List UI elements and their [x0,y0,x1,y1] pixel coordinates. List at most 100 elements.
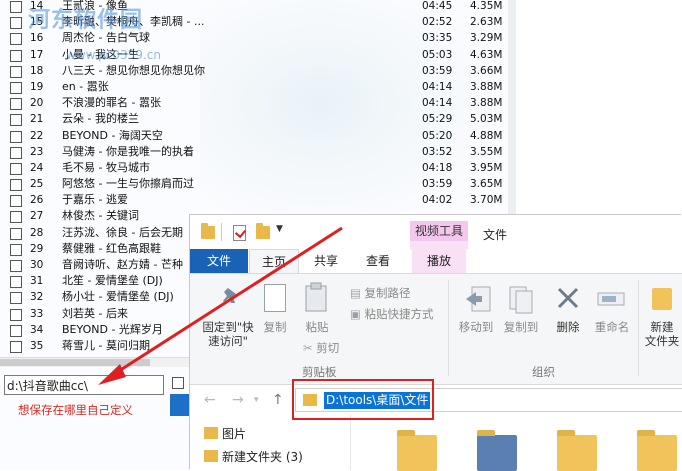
song-checkbox[interactable] [10,33,22,46]
song-size: 2.63M [470,16,503,29]
song-duration: 04:02 [422,194,453,207]
customize-toolbar-icon[interactable]: ▼ [276,224,283,234]
song-checkbox[interactable] [10,243,22,256]
song-checkbox[interactable] [10,179,22,192]
song-checkbox[interactable] [10,324,22,337]
song-size: 3.88M [470,80,503,93]
song-row[interactable]: 23 马健涛 - 你是我唯一的执着 03:52 3.55M [0,144,505,160]
song-checkbox[interactable] [10,114,22,127]
navigation-pane: 图片 新建文件夹 (3) [190,415,351,470]
copy-to-button[interactable]: 复制到 [496,320,546,334]
song-checkbox[interactable] [10,292,22,305]
horizontal-scrollbar[interactable] [0,357,190,367]
copy-button[interactable]: 复制 [256,320,294,334]
nav-item-new-folder[interactable]: 新建文件夹 (3) [222,448,303,465]
move-to-icon [466,286,491,312]
scrollbar-thumb[interactable] [0,359,150,366]
new-folder-button[interactable]: 新建 文件夹 [642,320,682,348]
group-separator [448,280,449,376]
paste-button[interactable]: 粘贴 [298,320,336,334]
copy-path-button[interactable]: ▤ 复制路径 [350,285,411,301]
nav-item-pictures[interactable]: 图片 [222,425,246,442]
song-checkbox[interactable] [10,81,22,94]
song-list-scrollbar[interactable] [508,0,516,215]
forward-icon[interactable]: → [232,392,244,408]
song-row[interactable]: 21 云朵 - 我的楼兰 05:29 5.03M [0,111,505,127]
tab-file[interactable]: 文件 [190,249,248,273]
song-title: 毛不易 - 牧马城市 [62,160,150,174]
recent-locations-icon[interactable]: ▾ [254,395,259,405]
song-checkbox[interactable] [10,260,22,272]
option-checkbox[interactable] [172,377,184,389]
move-to-button[interactable]: 移动到 [454,320,498,334]
song-title: 八三夭 - 想见你想见你想见你 [62,63,205,77]
song-checkbox[interactable] [10,146,22,159]
song-duration: 02:52 [422,16,453,29]
delete-button[interactable]: 删除 [550,320,586,334]
song-checkbox[interactable] [10,17,22,30]
cut-button[interactable]: ✂ 剪切 [303,340,339,356]
back-icon[interactable]: ← [204,392,216,408]
folder-icon[interactable] [557,430,597,471]
song-number: 27 [30,210,44,223]
tab-view[interactable]: 查看 [354,249,402,273]
song-size: 3.88M [470,97,503,110]
song-checkbox[interactable] [10,308,22,321]
song-size: 3.70M [470,194,503,207]
paste-shortcut-button[interactable]: ▣ 粘贴快捷方式 [350,306,434,322]
song-checkbox[interactable] [10,65,22,78]
song-size: 3.65M [470,178,503,191]
folder-icon[interactable] [201,223,215,239]
paste-shortcut-icon: ▣ [350,307,365,321]
song-checkbox[interactable] [10,162,22,175]
song-row[interactable]: 25 阿悠悠 - 一生与你擦肩而过 03:59 3.65M [0,176,505,192]
song-row[interactable]: 20 不浪漫的罪名 - 嚣张 04:14 3.88M [0,95,505,111]
tab-play[interactable]: 播放 [412,249,466,273]
rename-button[interactable]: 重命名 [590,320,634,334]
song-number: 26 [30,194,44,207]
song-row[interactable]: 22 BEYOND - 海阔天空 05:20 4.88M [0,128,505,144]
song-checkbox[interactable] [10,1,22,13]
song-row[interactable]: 19 en - 嚣张 04:14 3.88M [0,79,505,95]
save-path-input[interactable]: d:\抖音歌曲cc\ [4,375,164,395]
song-checkbox[interactable] [10,276,22,289]
song-row[interactable]: 18 八三夭 - 想见你想见你想见你 03:59 3.66M [0,63,505,79]
song-number: 30 [30,259,44,271]
song-checkbox[interactable] [10,340,22,353]
cut-label: 剪切 [316,341,340,355]
paste-shortcut-label: 粘贴快捷方式 [364,307,434,321]
tab-home[interactable]: 主页 [249,249,299,273]
song-duration: 03:59 [422,178,453,191]
ribbon-tabs: 文件 主页 共享 查看 播放 [190,249,682,273]
properties-icon[interactable] [233,225,246,241]
song-duration: 03:35 [422,32,453,45]
song-row[interactable]: 24 毛不易 - 牧马城市 04:18 3.95M [0,160,505,176]
song-duration: 05:29 [422,113,453,126]
song-number: 21 [30,113,44,126]
folder-icon[interactable] [477,430,517,471]
song-size: 4.88M [470,129,503,142]
song-title: BEYOND - 海阔天空 [62,128,163,142]
up-icon[interactable]: ↑ [272,392,284,408]
new-folder-icon[interactable] [256,223,270,239]
song-title: 不浪漫的罪名 - 嚣张 [62,96,161,110]
song-checkbox[interactable] [10,130,22,143]
pin-to-quick-access-button[interactable]: 固定到"快 速访问" [194,320,262,348]
action-button[interactable] [170,394,192,416]
song-checkbox[interactable] [10,49,22,62]
song-checkbox[interactable] [10,211,22,224]
copy-icon [264,284,286,312]
song-title: 云朵 - 我的楼兰 [62,112,139,126]
song-row[interactable]: 26 于嘉乐 - 逃爱 04:02 3.70M [0,192,505,208]
song-checkbox[interactable] [10,98,22,111]
song-size: 3.29M [470,32,503,45]
song-size: 5.03M [470,113,503,126]
song-title: 于嘉乐 - 逃爱 [62,193,128,207]
folder-icon[interactable] [637,430,677,471]
song-checkbox[interactable] [10,227,22,240]
tab-share[interactable]: 共享 [302,249,350,273]
folder-icon[interactable] [397,430,437,471]
song-duration: 05:20 [422,129,453,142]
song-number: 22 [30,129,44,142]
song-checkbox[interactable] [10,195,22,208]
